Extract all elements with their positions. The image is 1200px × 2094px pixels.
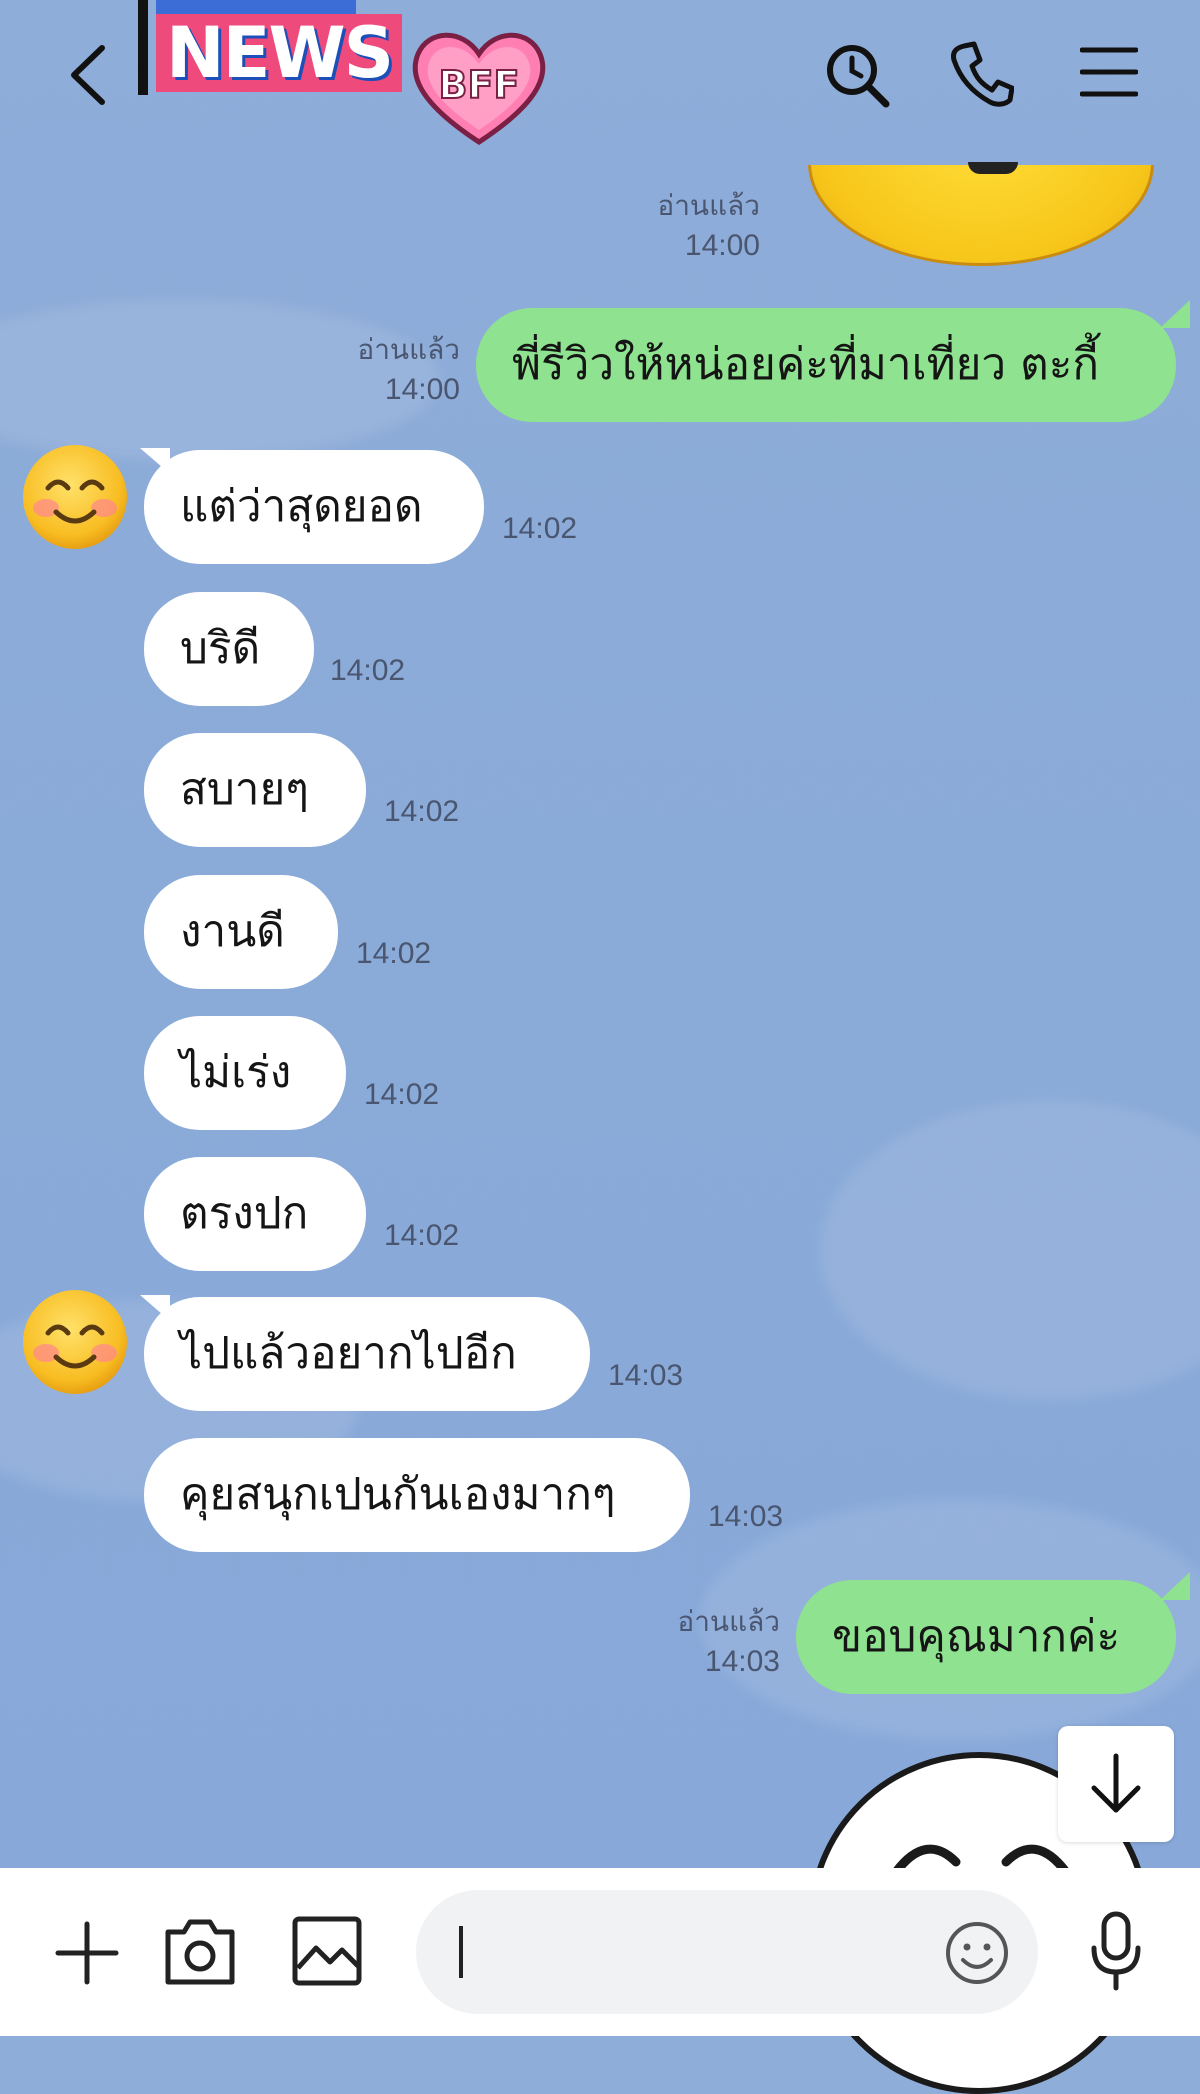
incoming-message[interactable]: ไม่เร่ง <box>144 1016 346 1130</box>
search-icon[interactable] <box>822 40 892 110</box>
read-label: อ่านแล้ว <box>657 190 760 221</box>
smiling-face-avatar-icon[interactable] <box>20 1287 130 1397</box>
read-label: อ่านแล้ว <box>357 334 460 365</box>
message-time: 14:02 <box>356 937 432 970</box>
message-time: 14:02 <box>502 512 578 545</box>
read-label: อ่านแล้ว <box>677 1606 780 1637</box>
scroll-to-bottom-button[interactable] <box>1058 1726 1174 1842</box>
news-label: NEWS <box>156 14 403 92</box>
news-logo: NEWS BFF <box>138 0 558 150</box>
microphone-icon[interactable] <box>1086 1910 1146 1994</box>
read-receipt: อ่านแล้ว 14:00 <box>300 330 460 410</box>
incoming-message[interactable]: บริดี <box>144 592 314 706</box>
outgoing-message[interactable]: พี่รีวิวให้หน่อยค่ะที่มาเที่ยว ตะกี้ <box>476 308 1176 422</box>
sticker-mouth <box>968 162 1018 174</box>
message-time: 14:02 <box>364 1078 440 1111</box>
chevron-left-icon[interactable] <box>66 42 110 108</box>
bff-heart-badge: BFF <box>412 32 546 145</box>
message-time: 14:00 <box>384 373 460 406</box>
read-receipt: อ่านแล้ว 14:03 <box>620 1602 780 1682</box>
menu-icon[interactable] <box>1080 44 1138 100</box>
emoji-icon[interactable] <box>944 1920 1010 1986</box>
incoming-message[interactable]: สบายๆ <box>144 733 366 847</box>
message-time: 14:03 <box>608 1359 684 1392</box>
camera-icon[interactable] <box>162 1914 238 1988</box>
incoming-message[interactable]: ไปแล้วอยากไปอีก <box>144 1297 590 1411</box>
bff-label: BFF <box>439 63 520 107</box>
image-icon[interactable] <box>290 1914 364 1988</box>
arrow-down-icon <box>1091 1753 1141 1813</box>
incoming-message[interactable]: งานดี <box>144 875 338 989</box>
incoming-message[interactable]: แต่ว่าสุดยอด <box>144 450 484 564</box>
text-caret <box>459 1926 463 1978</box>
incoming-message[interactable]: ตรงปก <box>144 1157 366 1271</box>
message-time: 14:02 <box>384 1219 460 1252</box>
message-time: 14:02 <box>330 654 406 687</box>
message-time: 14:00 <box>684 229 760 262</box>
message-time: 14:03 <box>708 1500 784 1533</box>
outgoing-message[interactable]: ขอบคุณมากค่ะ <box>796 1580 1176 1694</box>
read-receipt: อ่านแล้ว 14:00 <box>600 186 760 266</box>
incoming-message[interactable]: คุยสนุกเปนกันเองมากๆ <box>144 1438 690 1552</box>
phone-icon[interactable] <box>950 40 1014 108</box>
message-time: 14:03 <box>704 1645 780 1678</box>
smiling-face-avatar-icon[interactable] <box>20 442 130 552</box>
chat-header: NEWS BFF <box>0 0 1200 150</box>
plus-icon[interactable] <box>54 1920 120 1986</box>
message-time: 14:02 <box>384 795 460 828</box>
